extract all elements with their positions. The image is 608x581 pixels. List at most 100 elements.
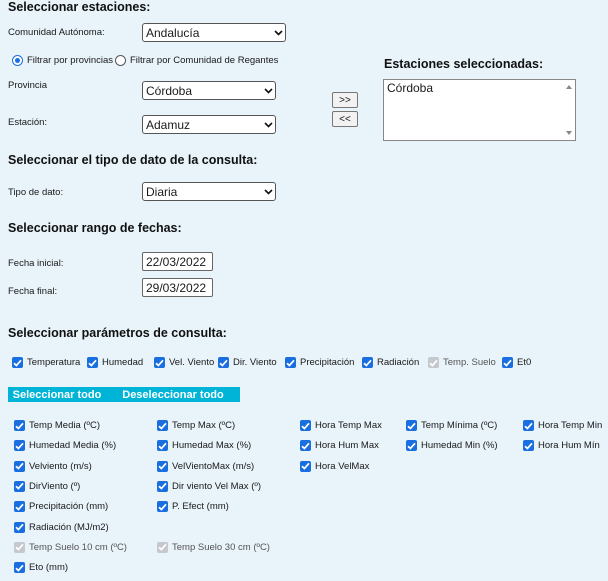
param-checkbox[interactable]: Hora VelMax xyxy=(300,460,369,472)
param-checkbox[interactable]: Temp Media (ºC) xyxy=(14,420,100,431)
param-checkbox[interactable]: Dir viento Vel Max (º) xyxy=(157,480,261,492)
category-checkbox[interactable]: Vel. Viento xyxy=(154,357,214,368)
checkbox-checked-icon[interactable] xyxy=(14,460,25,472)
category-checkbox[interactable]: Dir. Viento xyxy=(218,357,277,368)
checkbox-checked-icon[interactable] xyxy=(87,357,98,368)
param-checkbox[interactable]: Velviento (m/s) xyxy=(14,460,92,472)
checkbox-checked-icon[interactable] xyxy=(157,501,168,513)
comunidad-select[interactable]: Andalucía xyxy=(142,23,286,42)
checkbox-checked-icon[interactable] xyxy=(157,420,168,431)
checkbox-checked-icon[interactable] xyxy=(157,460,168,472)
checkbox-checked-icon[interactable] xyxy=(502,357,513,368)
checkbox-checked-icon[interactable] xyxy=(157,480,168,492)
estacion-label: Estación: xyxy=(8,117,48,128)
checkbox-label: Humedad Max (%) xyxy=(172,440,252,452)
checkbox-checked-icon[interactable] xyxy=(523,420,534,431)
param-checkbox[interactable]: Hora Temp Max xyxy=(300,420,382,431)
param-checkbox[interactable]: Humedad Min (%) xyxy=(406,440,498,452)
checkbox-checked-icon[interactable] xyxy=(154,357,165,368)
checkbox-checked-icon[interactable] xyxy=(14,420,25,431)
checkbox-checked-icon[interactable] xyxy=(14,501,25,513)
checkbox-checked-icon xyxy=(428,357,439,368)
checkbox-label: Et0 xyxy=(517,357,532,368)
checkbox-label: Temp Max (ºC) xyxy=(172,420,236,431)
checkbox-checked-icon[interactable] xyxy=(14,480,25,492)
checkbox-label: Velviento (m/s) xyxy=(29,460,92,472)
radio-regantes[interactable]: Filtrar por Comunidad de Regantes xyxy=(115,55,278,66)
category-checkbox[interactable]: Radiación xyxy=(362,357,419,368)
category-checkbox[interactable]: Humedad xyxy=(87,357,143,368)
radio-regantes-label: Filtrar por Comunidad de Regantes xyxy=(130,55,279,66)
param-checkbox[interactable]: Radiación (MJ/m2) xyxy=(14,521,109,533)
chevron-down-icon xyxy=(261,116,275,133)
checkbox-checked-icon xyxy=(14,541,25,553)
checkbox-label: VelVientoMax (m/s) xyxy=(172,460,255,472)
end-date-input[interactable]: 29/03/2022 xyxy=(142,278,213,297)
checkbox-checked-icon[interactable] xyxy=(406,440,417,452)
param-checkbox: Temp Suelo 30 cm (ºC) xyxy=(157,541,270,553)
param-checkbox[interactable]: Hora Hum Max xyxy=(300,440,379,452)
end-date-label: Fecha final: xyxy=(8,286,58,297)
checkbox-checked-icon[interactable] xyxy=(406,420,417,431)
param-checkbox[interactable]: DirViento (º) xyxy=(14,480,80,492)
checkbox-label: Precipitación xyxy=(300,357,355,368)
checkbox-checked-icon[interactable] xyxy=(523,440,534,452)
start-date-input[interactable]: 22/03/2022 xyxy=(142,252,213,271)
radio-provincias[interactable]: Filtrar por provincias xyxy=(12,55,113,66)
category-checkbox[interactable]: Precipitación xyxy=(285,357,354,368)
checkbox-label: Temperatura xyxy=(27,357,81,368)
add-station-button[interactable]: >> xyxy=(332,92,358,108)
category-checkbox[interactable]: Et0 xyxy=(502,357,531,368)
param-checkbox[interactable]: Temp Max (ºC) xyxy=(157,420,235,431)
param-checkbox[interactable]: VelVientoMax (m/s) xyxy=(157,460,255,472)
section-title-params: Seleccionar parámetros de consulta: xyxy=(8,326,227,340)
param-checkbox[interactable]: Hora Temp Min xyxy=(523,420,602,431)
checkbox-label: Hora Hum Max xyxy=(315,440,379,452)
checkbox-checked-icon[interactable] xyxy=(300,420,311,431)
deselect-all-button[interactable]: Deseleccionar todo xyxy=(106,387,240,402)
param-checkbox[interactable]: Humedad Max (%) xyxy=(157,440,252,452)
checkbox-label: Dir viento Vel Max (º) xyxy=(172,480,261,492)
checkbox-checked-icon[interactable] xyxy=(300,460,311,472)
checkbox-checked-icon[interactable] xyxy=(12,357,23,368)
comunidad-label: Comunidad Autónoma: xyxy=(8,27,105,38)
scroll-up-icon[interactable] xyxy=(566,85,572,89)
param-checkbox[interactable]: P. Efect (mm) xyxy=(157,501,229,513)
selected-stations-list[interactable]: Córdoba xyxy=(383,79,576,141)
provincia-select[interactable]: Córdoba xyxy=(142,81,276,100)
param-checkbox[interactable]: Hora Hum Mín xyxy=(523,440,600,452)
category-checkbox[interactable]: Temperatura xyxy=(12,357,80,368)
checkbox-label: Hora Temp Max xyxy=(315,420,382,431)
datatype-value: Diaria xyxy=(146,184,178,199)
checkbox-checked-icon[interactable] xyxy=(285,357,296,368)
checkbox-checked-icon[interactable] xyxy=(300,440,311,452)
section-title-stations: Seleccionar estaciones: xyxy=(8,0,151,14)
param-checkbox[interactable]: Temp Mínima (ºC) xyxy=(406,420,497,431)
checkbox-label: Dir. Viento xyxy=(233,357,277,368)
param-checkbox[interactable]: Eto (mm) xyxy=(14,562,68,574)
checkbox-label: Temp. Suelo xyxy=(443,357,496,368)
checkbox-label: Humedad Min (%) xyxy=(421,440,498,452)
checkbox-checked-icon[interactable] xyxy=(218,357,229,368)
section-title-datatype: Seleccionar el tipo de dato de la consul… xyxy=(8,153,258,167)
checkbox-label: Humedad xyxy=(102,357,144,368)
scrollbar[interactable] xyxy=(563,80,575,140)
provincia-label: Provincia xyxy=(8,80,48,91)
checkbox-checked-icon[interactable] xyxy=(362,357,373,368)
checkbox-checked-icon[interactable] xyxy=(14,521,25,533)
param-checkbox[interactable]: Precipitación (mm) xyxy=(14,501,108,513)
checkbox-checked-icon[interactable] xyxy=(14,440,25,452)
selected-station-item[interactable]: Córdoba xyxy=(387,81,433,95)
checkbox-checked-icon[interactable] xyxy=(14,562,25,574)
scroll-down-icon[interactable] xyxy=(566,131,572,135)
estacion-select[interactable]: Adamuz xyxy=(142,115,276,134)
checkbox-label: Vel. Viento xyxy=(169,357,215,368)
checkbox-label: P. Efect (mm) xyxy=(172,501,229,513)
select-all-button[interactable]: Seleccionar todo xyxy=(8,387,106,402)
checkbox-label: Radiación (MJ/m2) xyxy=(29,521,109,533)
param-checkbox[interactable]: Humedad Media (%) xyxy=(14,440,116,452)
provincia-value: Córdoba xyxy=(146,83,193,98)
datatype-select[interactable]: Diaria xyxy=(142,182,276,201)
checkbox-checked-icon[interactable] xyxy=(157,440,168,452)
remove-station-button[interactable]: << xyxy=(332,111,358,127)
